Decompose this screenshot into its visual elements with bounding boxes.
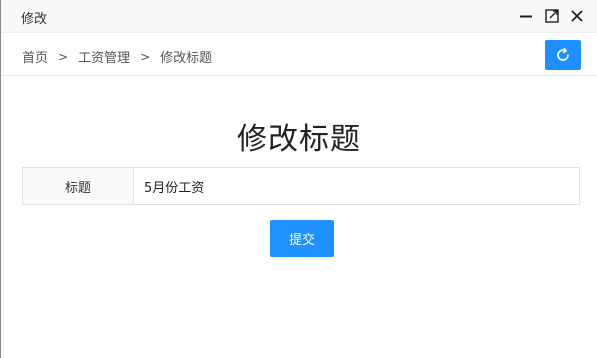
title-field-label: 标题 (23, 168, 134, 204)
breadcrumb: 首页 > 工资管理 > 修改标题 (22, 47, 213, 67)
title-bar: 修改 (1, 0, 597, 33)
maximize-button[interactable] (543, 7, 560, 24)
maximize-icon (544, 8, 559, 23)
close-icon (570, 9, 583, 22)
refresh-button[interactable] (545, 40, 581, 70)
breadcrumb-bar: 首页 > 工资管理 > 修改标题 (1, 33, 597, 76)
breadcrumb-item-salary-management[interactable]: 工资管理 (78, 47, 130, 66)
breadcrumb-item-home[interactable]: 首页 (22, 47, 48, 66)
page-title: 修改标题 (237, 122, 361, 157)
breadcrumb-separator: > (140, 49, 151, 64)
title-form-row: 标题 (22, 167, 580, 205)
refresh-icon (557, 47, 569, 61)
minimize-button[interactable] (517, 7, 534, 24)
close-button[interactable] (568, 7, 585, 24)
window-title: 修改 (21, 12, 48, 27)
breadcrumb-separator: > (58, 49, 69, 64)
title-field-wrapper (134, 168, 579, 204)
dialog-window: 修改 首页 > 工资管理 > 修改标题 修改标题 标题 5月份工资 提交 (0, 0, 597, 358)
submit-button[interactable]: 提交 (270, 220, 334, 257)
breadcrumb-item-edit-title: 修改标题 (160, 51, 213, 66)
minimize-icon (519, 15, 532, 17)
title-input[interactable] (134, 168, 579, 204)
